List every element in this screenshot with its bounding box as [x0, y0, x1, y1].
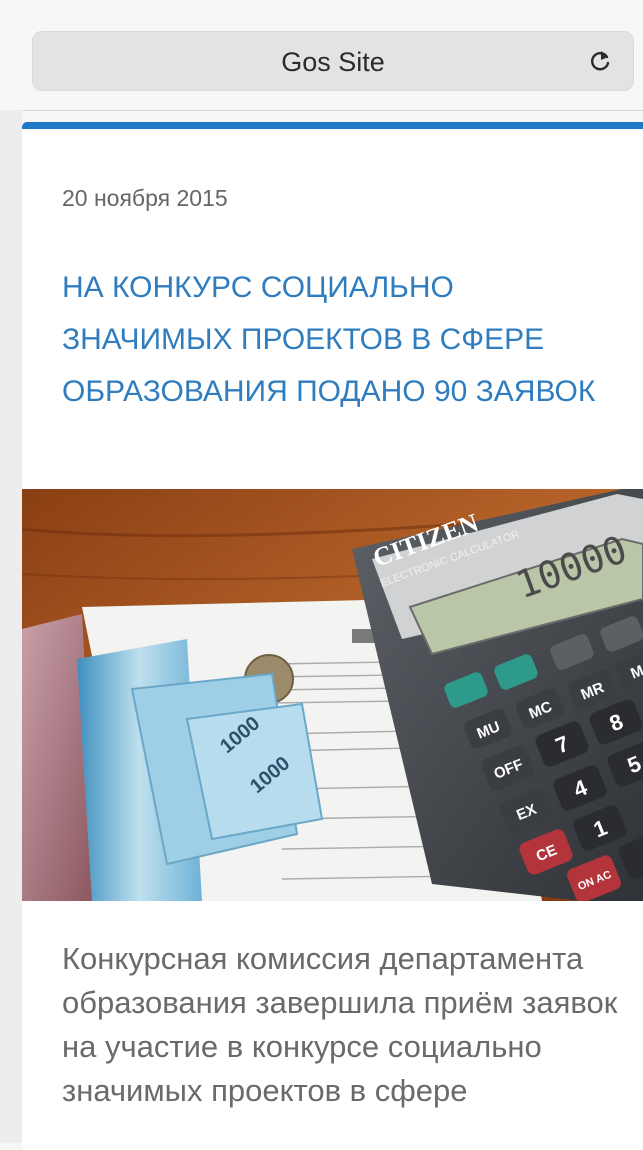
news-photo-svg: 1000 1000 CITIZEN ELECTRONIC CALCULATOR … — [22, 489, 643, 901]
page-left-gutter — [0, 110, 22, 1143]
url-field[interactable]: Gos Site — [32, 31, 634, 91]
news-image[interactable]: 1000 1000 CITIZEN ELECTRONIC CALCULATOR … — [22, 489, 643, 901]
browser-address-bar: Gos Site — [0, 0, 643, 111]
news-excerpt: Конкурсная комиссия департамента образов… — [62, 941, 618, 1108]
news-date: 20 ноября 2015 — [62, 185, 228, 211]
news-card: 20 ноября 2015 НА КОНКУРС СОЦИАЛЬНО ЗНАЧ… — [22, 122, 643, 1150]
reload-icon[interactable] — [587, 48, 613, 74]
news-title-link[interactable]: НА КОНКУРС СОЦИАЛЬНО ЗНАЧИМЫХ ПРОЕКТОВ В… — [62, 262, 622, 418]
url-title: Gos Site — [281, 47, 385, 77]
